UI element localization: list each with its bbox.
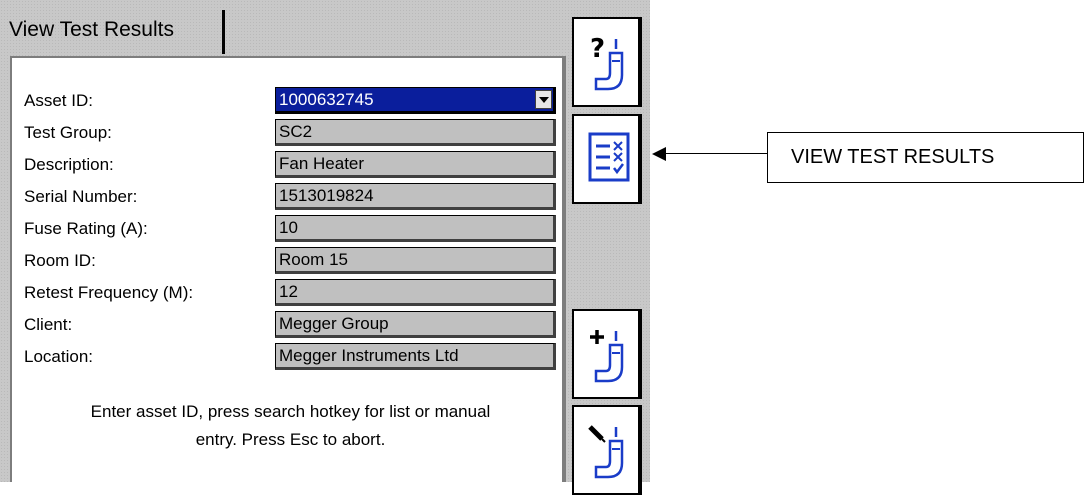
svg-text:?: ? <box>590 34 605 64</box>
serial-number-label: Serial Number: <box>24 187 138 206</box>
callout-arrow-head <box>652 147 666 161</box>
description-label: Description: <box>24 155 114 174</box>
room-id-label: Room ID: <box>24 251 96 270</box>
edit-probe-icon <box>588 425 624 479</box>
dropdown-arrow-icon[interactable] <box>535 90 552 109</box>
asset-id-label: Asset ID: <box>24 91 93 110</box>
asset-id-value: 1000632745 <box>279 90 374 109</box>
serial-number-field: 1513019824 <box>275 183 556 210</box>
client-field: Megger Group <box>275 311 556 338</box>
fuse-rating-label: Fuse Rating (A): <box>24 219 148 238</box>
fuse-rating-field: 10 <box>275 215 556 242</box>
client-label: Client: <box>24 315 73 334</box>
view-test-results-button[interactable] <box>572 114 642 204</box>
tab-label: View Test Results <box>9 18 174 41</box>
hint-line-2: entry. Press Esc to abort. <box>195 430 386 449</box>
add-probe-icon <box>590 330 624 383</box>
room-id-field: Room 15 <box>275 247 556 274</box>
view-results-checklist-icon <box>588 132 630 182</box>
callout-arrow-line <box>664 153 767 154</box>
description-field: Fan Heater <box>275 151 556 178</box>
view-test-results-callout: VIEW TEST RESULTS <box>767 132 1084 183</box>
help-hint-text: Enter asset ID, press search hotkey for … <box>18 398 563 454</box>
test-group-field: SC2 <box>275 119 556 146</box>
tab-view-test-results[interactable]: View Test Results <box>7 10 225 54</box>
device-screen: View Test Results Asset ID: Test Group: … <box>0 0 650 495</box>
help-probe-icon: ? <box>590 34 624 91</box>
retest-frequency-field: 12 <box>275 279 556 306</box>
location-label: Location: <box>24 347 93 366</box>
location-field: Megger Instruments Ltd <box>275 343 556 370</box>
asset-id-dropdown[interactable]: 1000632745 <box>275 87 556 114</box>
help-probe-button[interactable]: ? <box>572 17 642 107</box>
retest-frequency-label: Retest Frequency (M): <box>24 283 194 302</box>
hint-line-1: Enter asset ID, press search hotkey for … <box>90 402 491 421</box>
add-probe-button[interactable] <box>572 309 642 399</box>
test-group-label: Test Group: <box>24 123 112 142</box>
